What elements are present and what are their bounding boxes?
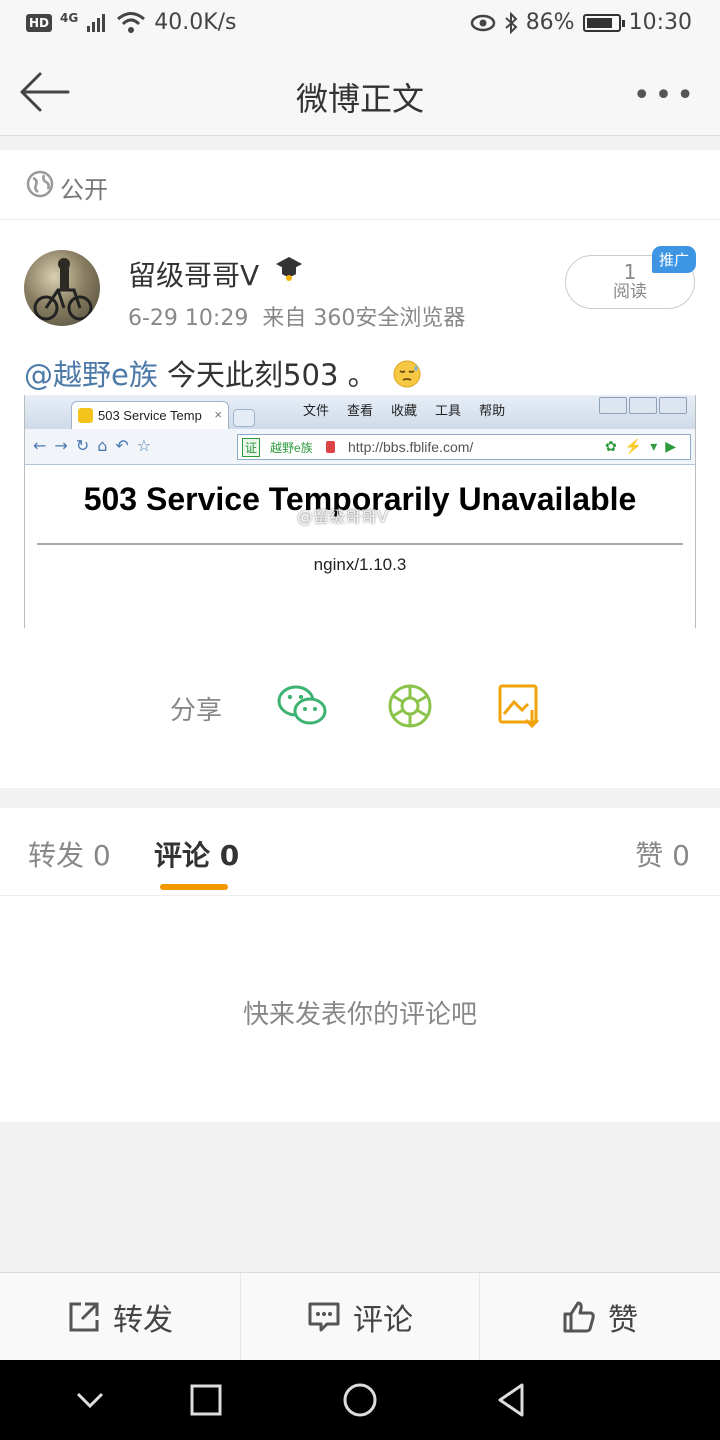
wechat-icon[interactable]: [276, 682, 328, 730]
battery-level: [586, 17, 613, 28]
sweat-emoji-icon: [393, 360, 421, 388]
visibility-row: 公开: [0, 150, 720, 220]
window-buttons: [599, 397, 687, 414]
hide-keyboard-icon[interactable]: [70, 1380, 110, 1420]
recent-apps-icon[interactable]: [186, 1380, 226, 1420]
more-options-button[interactable]: •••: [633, 78, 698, 113]
moments-icon[interactable]: [386, 682, 434, 730]
comment-button[interactable]: 评论: [240, 1273, 480, 1361]
comments-area: 快来发表你的评论吧: [0, 896, 720, 1122]
network-type: 4G: [60, 10, 79, 25]
cert-badge: 证: [242, 438, 261, 457]
browser-address-bar: ←→↻⌂↶☆ 证 越野e族 http://bbs.fblife.com/ ✿⚡▾…: [25, 429, 695, 465]
visibility-label: 公开: [60, 176, 108, 204]
browser-menu-item: 收藏: [391, 404, 418, 419]
browser-menu: 文件 查看 收藏 工具 帮助: [303, 400, 505, 419]
globe-icon: [26, 170, 54, 198]
active-tab-indicator: [160, 884, 228, 890]
error-divider: [37, 543, 683, 545]
share-label: 分享: [170, 696, 223, 726]
url-field: 证 越野e族 http://bbs.fblife.com/ ✿⚡▾▶: [237, 434, 691, 460]
empty-comments-text: 快来发表你的评论吧: [242, 1000, 477, 1030]
page-title: 微博正文: [295, 80, 424, 118]
browser-tab-title: 503 Service Temp: [98, 408, 202, 423]
bluetooth-icon: [505, 11, 518, 34]
tab-likes[interactable]: 赞 0: [635, 834, 690, 874]
save-image-icon[interactable]: [496, 682, 544, 730]
thumbs-up-icon: [563, 1301, 595, 1333]
comment-label: 评论: [353, 1303, 413, 1338]
mention-link[interactable]: @越野e族: [24, 358, 158, 392]
read-label: 阅读: [613, 282, 647, 302]
post-body: 今天此刻503 。: [157, 358, 377, 392]
system-navigation-bar: [0, 1360, 720, 1440]
status-bar: HD 4G 40.0K/s 86% 10:30: [0, 0, 720, 50]
tab-reposts[interactable]: 转发 0: [28, 834, 111, 874]
post-meta: 6-29 10:29 来自 360安全浏览器: [128, 300, 465, 332]
signal-icon: [87, 13, 106, 32]
bottom-action-bar: 转发 评论 赞: [0, 1272, 720, 1361]
avatar[interactable]: [24, 250, 100, 326]
battery-icon: [582, 13, 625, 32]
post-card: 留级哥哥V 6-29 10:29 来自 360安全浏览器 1 阅读 推广 @越野e…: [0, 220, 720, 788]
nav-bar: 微博正文 •••: [0, 50, 720, 136]
battery-percent: 86%: [525, 10, 575, 35]
site-name: 越野e族: [270, 441, 313, 455]
hd-badge: HD: [26, 13, 53, 32]
browser-menu-item: 工具: [435, 404, 462, 419]
post-tabs: 转发 0 评论 0 赞 0: [0, 808, 720, 896]
avatar-bicycle-illustration: [33, 258, 93, 321]
repost-icon: [69, 1302, 99, 1332]
post-source: 来自 360安全浏览器: [262, 306, 466, 331]
error-server: nginx/1.10.3: [313, 555, 407, 574]
url-text: http://bbs.fblife.com/: [348, 439, 474, 455]
wifi-icon: [117, 11, 146, 33]
browser-tab: 503 Service Temp ×: [71, 401, 229, 429]
promote-badge[interactable]: 推广: [652, 246, 697, 273]
comment-icon: [308, 1302, 340, 1332]
post-time: 6-29 10:29: [128, 306, 249, 331]
browser-logo-icon: [78, 408, 93, 423]
clock: 10:30: [628, 10, 692, 35]
browser-menu-item: 帮助: [479, 404, 506, 419]
lock-icon: [326, 441, 335, 453]
tab-comments[interactable]: 评论 0: [154, 834, 239, 874]
browser-menu-item: 查看: [347, 404, 374, 419]
post-text: @越野e族 今天此刻503 。: [24, 352, 422, 394]
repost-button[interactable]: 转发: [0, 1273, 240, 1361]
post-image[interactable]: 503 Service Temp × 文件 查看 收藏 工具 帮助 ←→↻⌂↶☆…: [24, 395, 696, 628]
browser-tab-strip: 503 Service Temp × 文件 查看 收藏 工具 帮助: [25, 395, 695, 429]
browser-nav-icons: ←→↻⌂↶☆: [33, 436, 160, 455]
network-speed: 40.0K/s: [154, 10, 237, 35]
eye-icon: [470, 14, 495, 31]
home-icon[interactable]: [340, 1380, 380, 1420]
graduation-cap-icon: [276, 257, 302, 281]
author-name[interactable]: 留级哥哥V: [128, 254, 259, 294]
system-back-icon[interactable]: [492, 1380, 532, 1420]
like-label: 赞: [608, 1303, 638, 1338]
repost-label: 转发: [113, 1303, 173, 1338]
share-row: 分享: [0, 682, 720, 732]
new-tab-icon: [233, 409, 255, 427]
url-tools-icons: ✿⚡▾▶: [605, 438, 684, 454]
browser-menu-item: 文件: [303, 404, 330, 419]
like-button[interactable]: 赞: [480, 1273, 720, 1361]
tab-close-icon: ×: [214, 407, 222, 422]
image-watermark: @留级哥哥V: [297, 507, 388, 526]
